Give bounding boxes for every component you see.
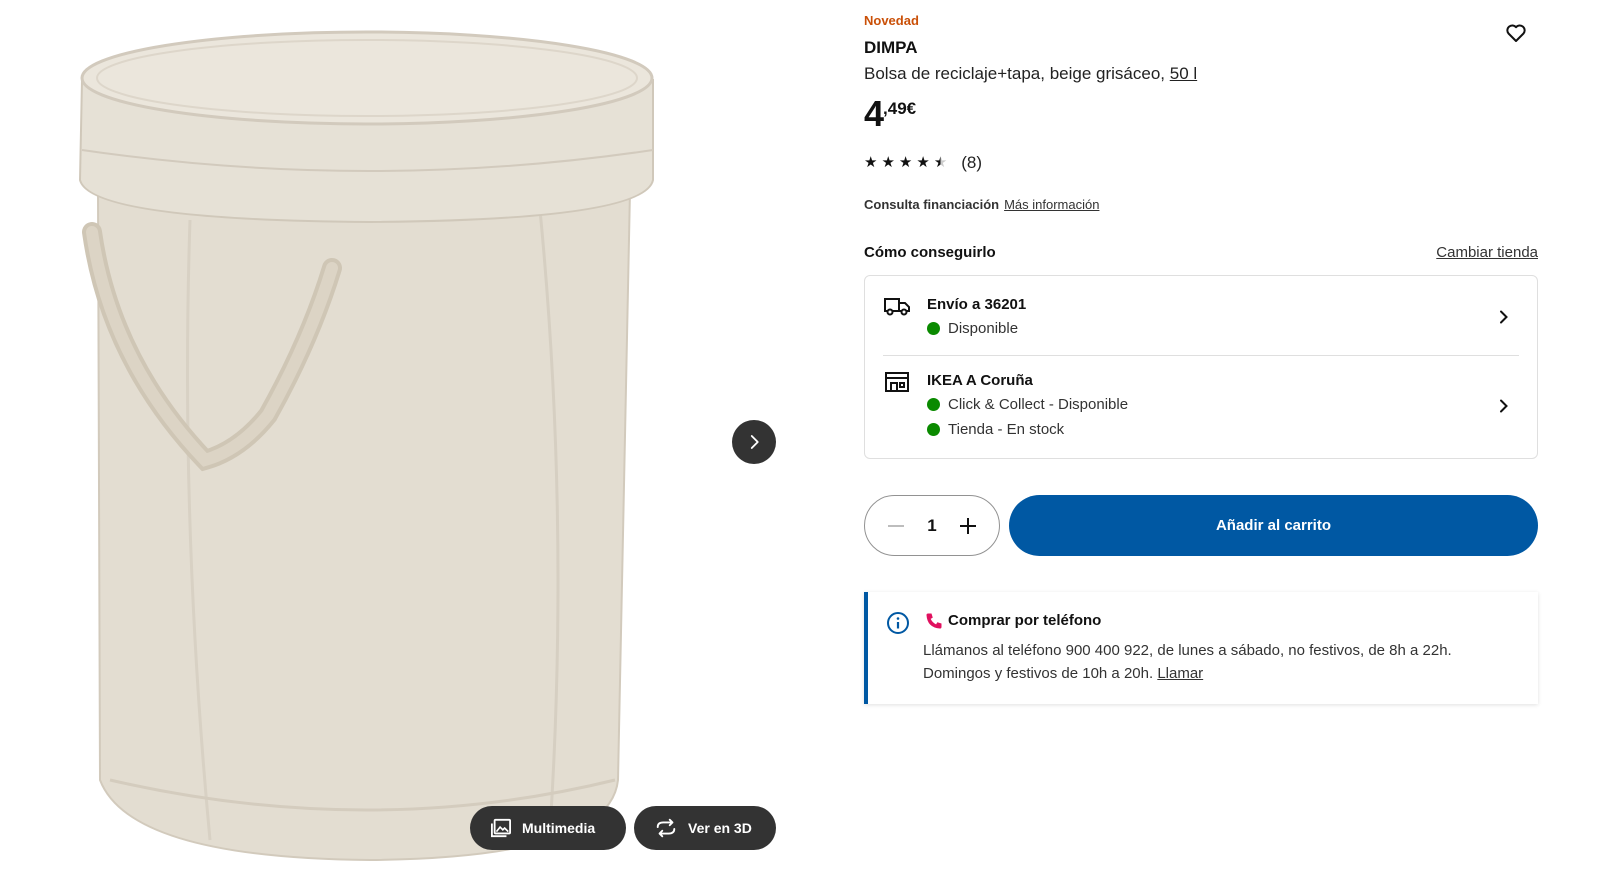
shipping-option[interactable]: Envío a 36201 Disponible bbox=[865, 294, 1537, 354]
shipping-status-text: Disponible bbox=[948, 320, 1019, 337]
star-icon: ★ bbox=[864, 154, 878, 171]
available-dot-icon bbox=[927, 398, 940, 411]
click-collect-status: Click & Collect - Disponible bbox=[927, 396, 1128, 413]
new-badge: Novedad bbox=[864, 13, 919, 28]
gallery-icon bbox=[491, 818, 511, 838]
view-3d-button[interactable]: Ver en 3D bbox=[634, 806, 776, 850]
increase-quantity-button[interactable] bbox=[957, 515, 979, 537]
shipping-title: Envío a 36201 bbox=[927, 296, 1027, 313]
half-star-icon: ★ bbox=[933, 154, 948, 171]
product-gallery: Multimedia Ver en 3D bbox=[0, 0, 800, 877]
rotate-3d-icon bbox=[656, 818, 676, 838]
product-price: 4 ,49€ bbox=[864, 94, 916, 134]
rating[interactable]: ★ ★ ★ ★ ★ (8) bbox=[864, 153, 982, 173]
chevron-right-icon bbox=[1500, 399, 1508, 413]
store-option[interactable]: IKEA A Coruña Click & Collect - Disponib… bbox=[865, 370, 1537, 440]
availability-box: Envío a 36201 Disponible IKEA A Coruña C… bbox=[864, 275, 1538, 459]
info-icon bbox=[887, 612, 909, 634]
heart-icon bbox=[1506, 24, 1526, 42]
store-stock-text: Tienda - En stock bbox=[948, 421, 1065, 438]
product-image bbox=[78, 30, 654, 862]
price-integer: 4 bbox=[864, 93, 884, 134]
phone-order-title: Comprar por teléfono bbox=[948, 612, 1102, 629]
star-icon: ★ bbox=[881, 154, 895, 171]
decrease-quantity-button[interactable] bbox=[885, 515, 907, 537]
price-decimal: ,49€ bbox=[883, 99, 917, 118]
quantity-stepper: 1 bbox=[864, 495, 1000, 556]
chevron-right-icon bbox=[750, 435, 759, 449]
phone-order-box: Comprar por teléfono Llámanos al teléfon… bbox=[864, 592, 1538, 704]
divider bbox=[883, 355, 1519, 356]
product-name: DIMPA bbox=[864, 38, 918, 57]
product-description-text: Bolsa de reciclaje+tapa, beige grisáceo, bbox=[864, 64, 1165, 83]
favourite-button[interactable] bbox=[1504, 21, 1528, 45]
financing-link[interactable]: Más información bbox=[1004, 197, 1099, 212]
minus-icon bbox=[888, 524, 904, 527]
phone-icon bbox=[926, 613, 942, 629]
add-to-cart-button[interactable]: Añadir al carrito bbox=[1009, 495, 1538, 556]
multimedia-button[interactable]: Multimedia bbox=[470, 806, 626, 850]
chevron-right-icon bbox=[1500, 310, 1508, 324]
available-dot-icon bbox=[927, 423, 940, 436]
multimedia-label: Multimedia bbox=[522, 820, 596, 836]
call-link[interactable]: Llamar bbox=[1157, 665, 1203, 682]
financing-label: Consulta financiación bbox=[864, 197, 1000, 212]
truck-icon bbox=[884, 298, 910, 316]
next-image-button[interactable] bbox=[732, 420, 776, 464]
shipping-status: Disponible bbox=[927, 320, 1018, 337]
availability-title: Cómo conseguirlo bbox=[864, 244, 996, 261]
store-title: IKEA A Coruña bbox=[927, 372, 1033, 389]
product-description: Bolsa de reciclaje+tapa, beige grisáceo,… bbox=[864, 64, 1197, 84]
click-collect-text: Click & Collect - Disponible bbox=[948, 396, 1129, 413]
product-size-link[interactable]: 50 l bbox=[1170, 64, 1197, 83]
star-icon: ★ bbox=[898, 154, 913, 171]
rating-count: (8) bbox=[961, 153, 983, 172]
view-3d-label: Ver en 3D bbox=[688, 820, 752, 836]
star-icon: ★ bbox=[916, 154, 930, 171]
phone-order-text: Llámanos al teléfono 900 400 922, de lun… bbox=[923, 639, 1523, 685]
quantity-value[interactable]: 1 bbox=[927, 516, 936, 536]
store-stock-status: Tienda - En stock bbox=[927, 421, 1064, 438]
available-dot-icon bbox=[927, 322, 940, 335]
store-icon bbox=[885, 372, 909, 392]
plus-icon bbox=[960, 517, 976, 534]
change-store-link[interactable]: Cambiar tienda bbox=[1436, 244, 1538, 261]
financing-row: Consulta financiación Más información bbox=[864, 197, 1099, 212]
